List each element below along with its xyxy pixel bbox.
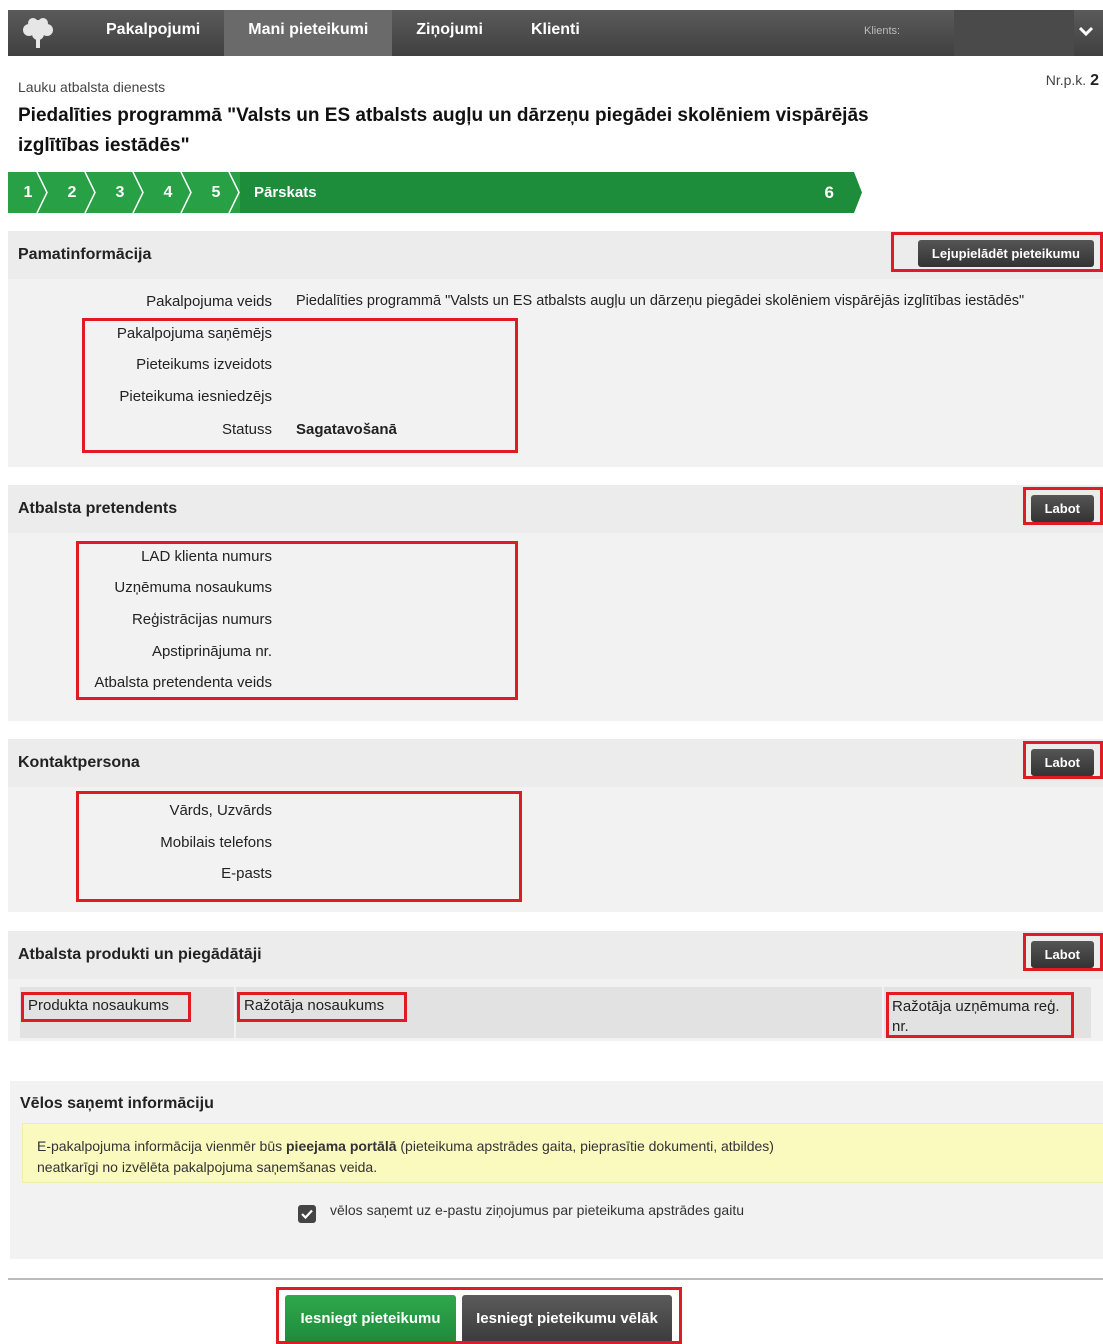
note-text: E-pakalpojuma informācija vienmēr būs (37, 1138, 286, 1154)
divider (8, 1278, 1103, 1280)
notification-preferences: Vēlos saņemt informāciju E-pakalpojuma i… (10, 1081, 1103, 1259)
step-arrow-tip (854, 172, 862, 213)
agency-name: Lauku atbalsta dienests (18, 79, 166, 95)
section-title: Atbalsta pretendents (8, 485, 1103, 533)
section-title: Vēlos saņemt informāciju (20, 1095, 214, 1112)
highlight-box (276, 1287, 682, 1344)
section-products: Atbalsta produkti un piegādātāji Labot P… (8, 931, 1103, 1041)
step-4[interactable]: 4 (144, 172, 192, 213)
highlight-box (76, 791, 522, 902)
clients-label: Klients: (864, 25, 901, 37)
info-note: E-pakalpojuma informācija vienmēr būs pi… (22, 1123, 1103, 1183)
note-text: (pieteikuma apstrādes gaita, pieprasītie… (396, 1138, 774, 1154)
page-title: Piedalīties programmā "Valsts un ES atba… (18, 105, 869, 156)
section-applicant: Atbalsta pretendents Labot LAD klienta n… (8, 485, 1103, 721)
step-3[interactable]: 3 (96, 172, 144, 213)
step-5[interactable]: 5 (192, 172, 240, 213)
clients-select[interactable] (954, 10, 1074, 56)
email-notifications-label[interactable]: vēlos saņemt uz e-pastu ziņojumus par pi… (330, 1202, 744, 1218)
info-row: Pakalpojuma veids Piedalīties programmā … (8, 293, 1103, 313)
step-current-number: 6 (824, 182, 834, 202)
highlight-box (1023, 933, 1103, 971)
info-label: Pakalpojuma veids (146, 293, 272, 310)
highlight-box (891, 232, 1103, 272)
nav-item-zinojumi[interactable]: Ziņojumi (392, 10, 507, 56)
chevron-down-icon[interactable] (1078, 23, 1094, 41)
nav-item-klienti[interactable]: Klienti (507, 10, 604, 56)
highlight-box (82, 318, 518, 453)
step-current-parskats: Pārskats 6 (240, 172, 854, 213)
step-1[interactable]: 1 (8, 172, 48, 213)
nav-item-mani-pieteikumi[interactable]: Mani pieteikumi (224, 10, 393, 56)
section-title: Kontaktpersona (8, 739, 1103, 787)
highlight-box (237, 992, 407, 1022)
highlight-box (1023, 741, 1103, 779)
email-notifications-checkbox[interactable] (298, 1205, 316, 1223)
highlight-box (76, 541, 518, 700)
note-text: neatkarīgi no izvēlēta pakalpojuma saņem… (37, 1159, 378, 1175)
oak-tree-logo-icon[interactable] (8, 10, 68, 56)
record-number-value: 2 (1090, 72, 1099, 89)
step-2[interactable]: 2 (48, 172, 96, 213)
highlight-box (886, 992, 1074, 1038)
record-number-label: Nr.p.k. (1045, 72, 1087, 88)
section-title: Atbalsta produkti un piegādātāji (8, 931, 1103, 979)
note-bold-text: pieejama portālā (286, 1138, 397, 1154)
top-navigation: Pakalpojumi Mani pieteikumi Ziņojumi Kli… (8, 10, 1103, 56)
highlight-box (1023, 487, 1103, 525)
highlight-box (21, 992, 191, 1022)
info-value: Piedalīties programmā "Valsts un ES atba… (296, 293, 1025, 309)
section-basic-info: Pamatinformācija Lejupielādēt pieteikumu… (8, 231, 1103, 467)
wizard-steps: 1 2 3 4 5 Pārskats 6 (8, 172, 864, 213)
record-number: Nr.p.k. 2 (1046, 72, 1099, 90)
section-contact: Kontaktpersona Labot Vārds, Uzvārds Mobi… (8, 739, 1103, 912)
nav-item-pakalpojumi[interactable]: Pakalpojumi (82, 10, 224, 56)
step-current-label: Pārskats (254, 184, 317, 201)
